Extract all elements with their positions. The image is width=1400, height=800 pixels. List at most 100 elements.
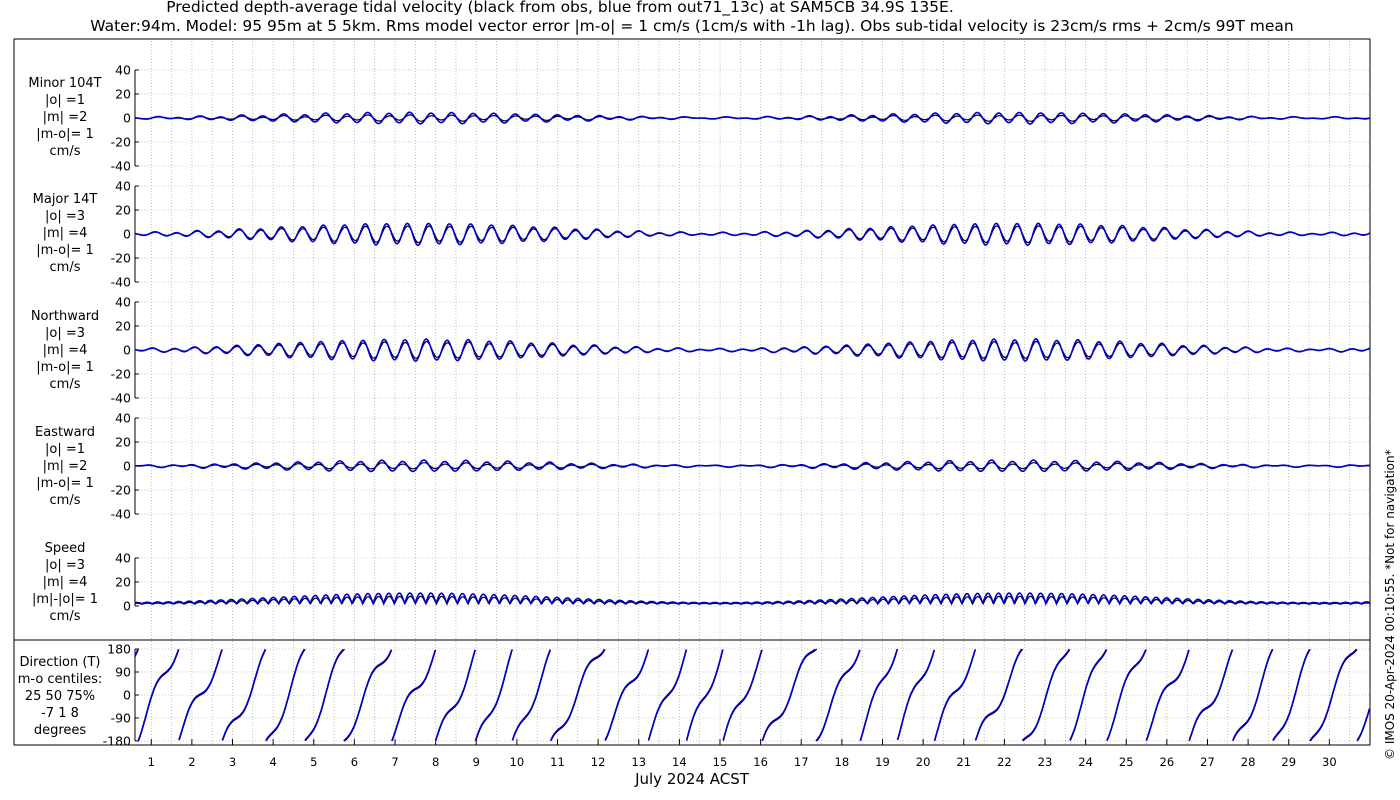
x-tick-label-day-11: 11 — [550, 755, 565, 769]
panel-label-northward: Northward |o| =3 |m| =4 |m-o|= 1 cm/s — [22, 308, 108, 393]
panel-label-line: |o| =1 — [44, 442, 85, 457]
x-axis-label: July 2024 ACST — [634, 770, 750, 788]
panel-label-line: |m| =4 — [42, 226, 88, 241]
series-obs-segment — [1189, 649, 1234, 741]
y-tick-label: 20 — [115, 319, 131, 334]
panel-label-line: |m-o|= 1 — [36, 360, 94, 375]
y-tick-label: -20 — [111, 367, 131, 382]
panel-label-line: Major 14T — [32, 192, 98, 207]
y-tick-label: -180 — [103, 734, 131, 749]
y-tick-label: 0 — [123, 459, 131, 474]
x-tick-label-day-29: 29 — [1281, 755, 1296, 769]
x-tick-label-day-12: 12 — [591, 755, 606, 769]
y-tick-label: -40 — [111, 275, 131, 290]
y-tick-label: 180 — [107, 642, 131, 657]
panel-label-line: cm/s — [49, 377, 81, 392]
series-model-segment — [178, 649, 223, 741]
x-tick-label-day-27: 27 — [1200, 755, 1215, 769]
x-tick-label-day-2: 2 — [188, 755, 195, 769]
y-tick-label: 90 — [115, 665, 131, 680]
series-obs-segment — [975, 648, 1024, 741]
panel-label-line: cm/s — [49, 609, 81, 624]
y-tick-label: -90 — [111, 711, 131, 726]
y-tick-label: 20 — [115, 435, 131, 450]
x-tick-label-day-3: 3 — [229, 755, 236, 769]
y-tick-label: 20 — [115, 575, 131, 590]
x-tick-label-day-17: 17 — [794, 755, 809, 769]
panel-label-line: Northward — [30, 309, 100, 324]
y-tick-label: -40 — [111, 507, 131, 522]
vertical-grid — [150, 41, 1350, 745]
x-tick-label-day-15: 15 — [713, 755, 728, 769]
panel-speed: 40 20 0 — [115, 551, 1371, 614]
panel-label-line: |m-o|= 1 — [36, 476, 94, 491]
panel-label-eastward: Eastward |o| =1 |m| =2 |m-o|= 1 cm/s — [22, 424, 108, 509]
panel-label-line: |m| =4 — [42, 575, 88, 590]
x-tick-label-day-21: 21 — [956, 755, 971, 769]
panel-label-line: Speed — [44, 541, 86, 556]
series-model-segment — [390, 649, 436, 742]
panel-label-major: Major 14T |o| =3 |m| =4 |m-o|= 1 cm/s — [22, 191, 108, 276]
series-model-segment — [1356, 708, 1371, 741]
panel-label-line: |m-o|= 1 — [36, 127, 94, 142]
x-tick-label-day-18: 18 — [835, 755, 850, 769]
panel-label-line: |o| =3 — [44, 209, 85, 224]
x-tick-label-day-24: 24 — [1078, 755, 1093, 769]
y-tick-label: 0 — [123, 599, 131, 614]
panel-label-line: 25 50 75% — [24, 689, 96, 704]
x-tick-label-day-20: 20 — [916, 755, 931, 769]
x-tick-label-day-13: 13 — [631, 755, 646, 769]
series-model-line — [135, 111, 1371, 125]
y-tick-label: 0 — [123, 688, 131, 703]
panel-label-line: m-o centiles: — [17, 672, 103, 687]
series-obs-segment — [391, 649, 437, 742]
x-tick-label-day-25: 25 — [1119, 755, 1134, 769]
y-tick-label: 40 — [115, 63, 131, 78]
panel-label-line: cm/s — [49, 260, 81, 275]
y-tick-label: 0 — [123, 227, 131, 242]
y-tick-label: 20 — [115, 87, 131, 102]
series-model-segment — [604, 649, 649, 741]
panel-label-line: Direction (T) — [19, 655, 101, 670]
panel-eastward: 40 20 0 -20 -40 — [111, 411, 1371, 522]
series-model-segment — [474, 649, 513, 742]
x-tick-label-day-19: 19 — [875, 755, 890, 769]
panel-label-direction: Direction (T) m-o centiles: 25 50 75% -7 1 … — [14, 654, 106, 739]
panel-direction: 180 90 0 -90 -180 — [103, 642, 1371, 749]
y-tick-label: 40 — [115, 295, 131, 310]
panel-label-minor: Minor 104T |o| =1 |m| =2 |m-o|= 1 cm/s — [22, 75, 108, 160]
panel-label-line: |o| =1 — [44, 93, 85, 108]
series-model-segment — [1145, 649, 1190, 741]
series-model-segment — [1069, 649, 1108, 741]
x-tick-label-day-7: 7 — [391, 755, 398, 769]
x-tick-label-day-4: 4 — [269, 755, 276, 769]
x-tick-label-day-10: 10 — [510, 755, 525, 769]
tidal-velocity-chart: 1 2 3 4 5 6 7 8 9 10 11 12 13 14 15 16 17 18 19 20 21 22 23 24 2… — [13, 38, 1371, 788]
y-tick-label: -20 — [111, 135, 131, 150]
series-model-segment — [933, 649, 976, 742]
panel-minor: 40 20 0 -20 -40 — [111, 63, 1371, 174]
panel-label-line: Eastward — [34, 425, 96, 440]
y-tick-label: 40 — [115, 179, 131, 194]
panel-label-line: -7 1 8 — [41, 706, 79, 721]
panel-label-line: degrees — [33, 723, 87, 738]
panel-label-line: cm/s — [49, 493, 81, 508]
series-model-line — [134, 338, 1371, 362]
x-tick-label-day-1: 1 — [148, 755, 155, 769]
x-tick-label-day-22: 22 — [997, 755, 1012, 769]
x-tick-label-day-6: 6 — [351, 755, 358, 769]
y-tick-label: 40 — [115, 551, 131, 566]
y-tick-label: 0 — [123, 111, 131, 126]
panel-label-speed: Speed |o| =3 |m| =4 |m|-|o|= 1 cm/s — [22, 540, 108, 625]
x-tick-label-day-28: 28 — [1241, 755, 1256, 769]
panel-label-line: cm/s — [49, 144, 81, 159]
y-tick-label: -20 — [111, 483, 131, 498]
series-model-segment — [434, 649, 476, 742]
y-tick-label: 40 — [115, 411, 131, 426]
series-model-segment — [815, 649, 861, 742]
x-tick-label-day-26: 26 — [1160, 755, 1175, 769]
x-tick-label-day-16: 16 — [753, 755, 768, 769]
y-tick-label: -20 — [111, 251, 131, 266]
panel-label-line: Minor 104T — [28, 76, 102, 91]
x-tick-label-day-8: 8 — [432, 755, 439, 769]
